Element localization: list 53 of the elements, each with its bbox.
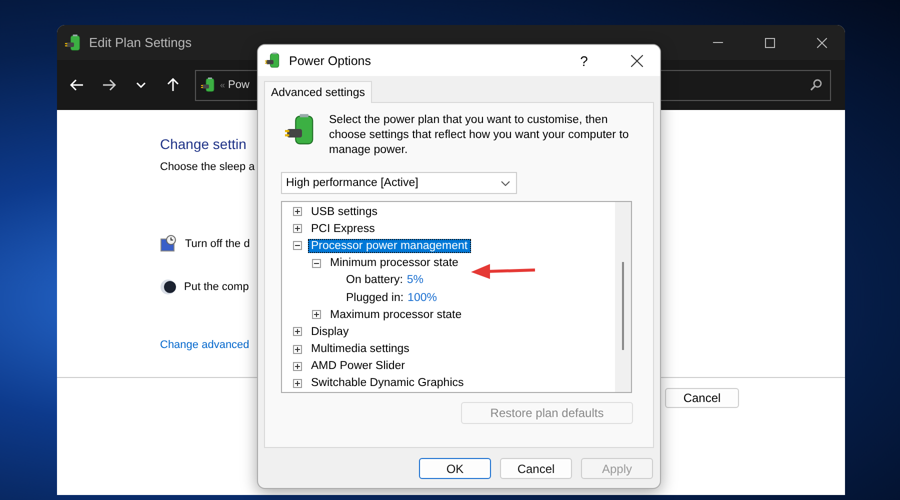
tree-item[interactable]: PCI Express [308,222,378,236]
scrollbar[interactable] [615,202,631,392]
maximize-icon[interactable] [765,38,775,48]
collapse-icon[interactable] [293,241,302,250]
plan-dropdown[interactable]: High performance [Active] [281,172,517,194]
back-arrow-icon[interactable] [70,79,84,91]
up-arrow-icon[interactable] [167,78,179,92]
search-icon[interactable] [810,79,822,91]
close-icon[interactable] [817,38,827,48]
dialog-button[interactable]: OK [419,458,491,479]
intro-text: Select the power plan that you want to customise, then choose settings that reflect how you want your computer to manage power. [329,113,630,158]
setting-label: Turn off the d [185,238,250,250]
tree-item[interactable]: AMD Power Slider [308,359,408,374]
advanced-settings-link[interactable]: Change advanced [160,339,250,351]
tree-item[interactable]: Processor power management [308,238,471,253]
battery-plug-icon [201,77,217,93]
breadcrumb-separator: « [220,80,226,90]
tree-item[interactable]: USB settings [308,204,380,219]
page-subtitle: Choose the sleep a [160,161,255,173]
window-title: Edit Plan Settings [89,35,193,50]
forward-arrow-icon[interactable] [102,79,116,91]
moon-icon [160,279,176,295]
battery-plug-icon [265,52,282,69]
help-button[interactable]: ? [561,45,607,76]
tree-item[interactable]: Maximum processor state [327,308,465,322]
tree-item[interactable]: Display [308,324,352,339]
tree-item[interactable]: Switchable Dynamic Graphics [308,376,467,390]
collapse-icon[interactable] [312,258,321,268]
battery-plug-icon [65,34,83,52]
expand-icon[interactable] [312,310,321,320]
expand-icon[interactable] [293,327,302,336]
chevron-down-icon [501,180,510,186]
setting-label: Put the comp [184,281,249,293]
arrow-annotation [470,263,536,279]
cancel-button[interactable]: Cancel [665,388,739,408]
page-heading: Change settin [160,136,246,152]
tree-item[interactable]: Multimedia settings [308,342,412,356]
expand-icon[interactable] [293,224,302,234]
setting-value[interactable]: 5% [406,274,424,286]
expand-icon[interactable] [293,344,302,354]
chevron-down-icon[interactable] [136,82,146,88]
tree-item[interactable]: Minimum processor state [327,256,462,270]
dialog-button[interactable]: Cancel [500,458,572,479]
setting-label: Plugged in: [346,292,404,304]
dialog-title: Power Options [289,54,372,68]
setting-value[interactable]: 100% [408,292,437,304]
monitor-clock-icon [160,235,177,252]
close-icon[interactable] [631,54,643,66]
expand-icon[interactable] [293,362,302,371]
setting-label: On battery: [346,274,403,286]
expand-icon[interactable] [293,207,302,216]
expand-icon[interactable] [293,378,302,388]
tab[interactable]: Advanced settings [264,81,372,103]
